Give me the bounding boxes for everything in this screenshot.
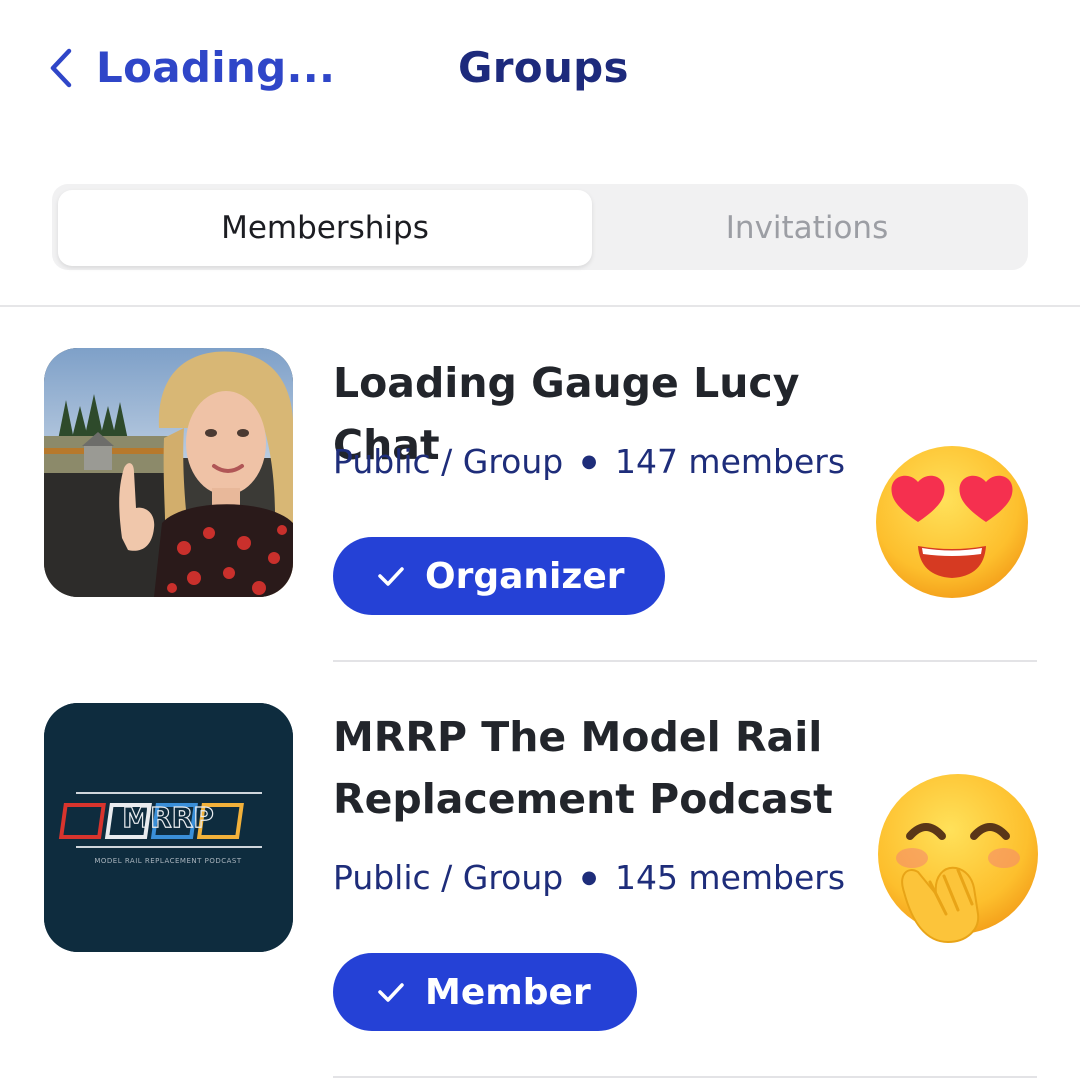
tab-invitations[interactable]: Invitations: [592, 190, 1022, 266]
separator-dot: ●: [581, 866, 597, 888]
page-title: Groups: [458, 43, 629, 92]
tab-memberships[interactable]: Memberships: [58, 190, 592, 266]
group-name[interactable]: MRRP The Model Rail Replacement Podcast: [333, 706, 893, 830]
group-avatar-photo[interactable]: [44, 348, 293, 597]
separator-dot: ●: [581, 450, 597, 472]
check-icon: [377, 981, 405, 1003]
row-divider: [333, 660, 1037, 662]
group-member-count: 147 members: [614, 441, 846, 481]
group-privacy: Public / Group: [333, 857, 564, 897]
role-label: Member: [425, 971, 591, 1013]
logo-subtext: MODEL RAIL REPLACEMENT PODCAST: [94, 857, 242, 865]
check-icon: [377, 565, 405, 587]
member-badge-button[interactable]: Member: [333, 953, 637, 1031]
group-meta: Public / Group ● 147 members: [333, 438, 845, 484]
segmented-control: Memberships Invitations: [52, 184, 1028, 270]
chevron-left-icon: [50, 48, 72, 88]
organizer-badge-button[interactable]: Organizer: [333, 537, 665, 615]
row-divider: [333, 1076, 1037, 1078]
hand-over-mouth-emoji-icon: [874, 772, 1042, 944]
header-divider: [0, 305, 1080, 307]
group-avatar-logo[interactable]: MRRP MODEL RAIL REPLACEMENT PODCAST: [44, 703, 293, 952]
back-button[interactable]: Loading...: [48, 40, 335, 96]
heart-eyes-emoji-icon: [872, 442, 1032, 602]
group-meta: Public / Group ● 145 members: [333, 854, 845, 900]
back-label: Loading...: [96, 43, 336, 92]
group-privacy: Public / Group: [333, 441, 564, 481]
logo-text: MRRP: [122, 801, 214, 834]
role-label: Organizer: [425, 555, 625, 597]
mrrp-logo: MRRP MODEL RAIL REPLACEMENT PODCAST: [44, 703, 293, 952]
group-member-count: 145 members: [614, 857, 846, 897]
